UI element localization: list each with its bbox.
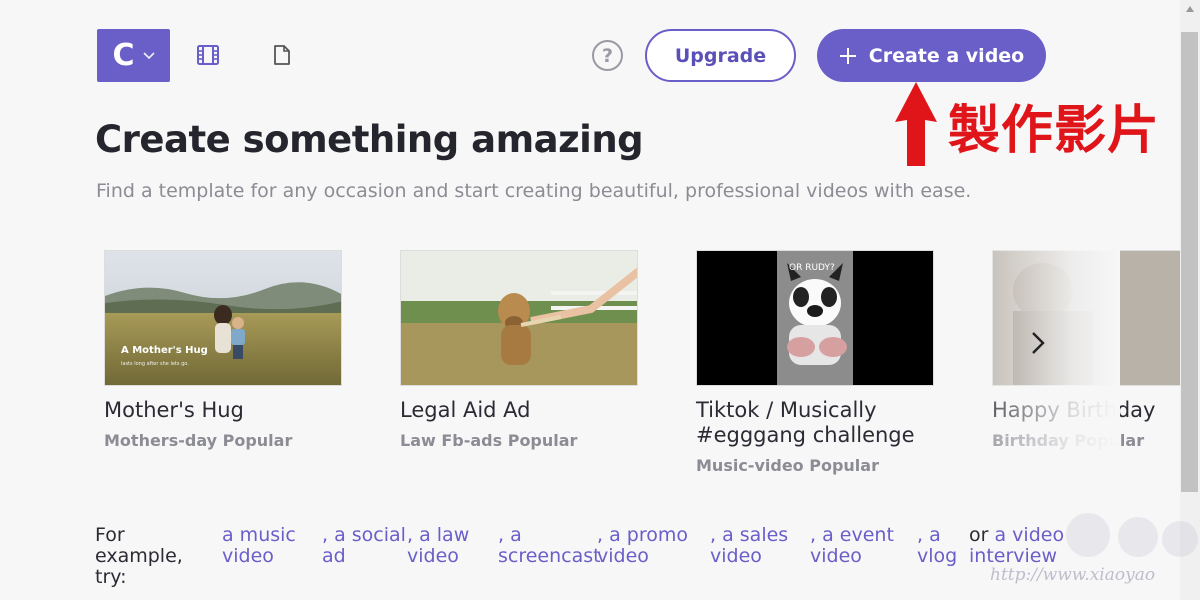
document-icon[interactable] xyxy=(269,42,295,68)
example-link-law-video[interactable]: , a law video xyxy=(407,525,487,567)
template-tags: Mothers-day Popular xyxy=(104,431,293,450)
plus-icon xyxy=(839,42,857,70)
scrollbar-thumb[interactable] xyxy=(1181,32,1198,492)
template-thumbnail[interactable]: A Mother's Hug lasts long after she lets… xyxy=(104,250,342,386)
example-link-text[interactable]: a social ad xyxy=(322,524,406,567)
template-thumbnail[interactable]: OR RUDY? xyxy=(696,250,934,386)
help-icon[interactable]: ? xyxy=(592,40,623,71)
example-link-music-video[interactable]: a music video xyxy=(222,525,312,567)
page-subtitle: Find a template for any occasion and sta… xyxy=(96,180,972,202)
template-card-mothers-hug[interactable]: A Mother's Hug lasts long after she lets… xyxy=(104,250,342,450)
example-link-social-ad[interactable]: , a social ad xyxy=(322,525,412,567)
template-title[interactable]: Tiktok / Musically #egggang challenge xyxy=(696,398,934,448)
template-tags: Birthday Popular xyxy=(992,431,1145,450)
workspace-initial: C xyxy=(112,38,135,73)
upgrade-button[interactable]: Upgrade xyxy=(645,29,796,82)
template-thumbnail[interactable] xyxy=(400,250,638,386)
example-suggestions: For example, try: a music video , a soci… xyxy=(95,524,1095,588)
template-card-tiktok-egggang[interactable]: OR RUDY? Tiktok / Musically #egggang cha… xyxy=(696,250,934,475)
page-title: Create something amazing xyxy=(95,118,644,161)
template-tags: Music-video Popular xyxy=(696,456,879,475)
scroll-up-icon[interactable] xyxy=(1180,0,1200,17)
separator: , xyxy=(597,524,610,546)
template-title[interactable]: Legal Aid Ad xyxy=(400,398,638,423)
example-link-text[interactable]: a event video xyxy=(810,524,894,567)
template-card-legal-aid-ad[interactable]: Legal Aid Ad Law Fb-ads Popular xyxy=(400,250,638,450)
create-video-button[interactable]: Create a video xyxy=(817,29,1046,82)
separator: , xyxy=(498,524,511,546)
thumbnail-overlay-title: A Mother's Hug xyxy=(121,345,208,356)
separator: , xyxy=(322,524,335,546)
example-link-screencast[interactable]: , a screencast xyxy=(498,524,601,567)
example-link-video-interview[interactable]: or a video interview xyxy=(969,525,1069,567)
thumbnail-overlay-subtitle: lasts long after she lets go. xyxy=(121,361,189,367)
template-tags: Law Fb-ads Popular xyxy=(400,431,578,450)
example-link-event-video[interactable]: , a event video xyxy=(810,525,906,567)
annotation-arrow-icon xyxy=(895,82,937,166)
watermark-text: http://www.xiaoyao xyxy=(990,565,1156,585)
example-link-promo-video[interactable]: , a promo video xyxy=(597,525,693,567)
example-link-sales-video[interactable]: , a sales video xyxy=(710,525,800,567)
carousel-next-icon[interactable] xyxy=(1018,317,1058,369)
separator: or xyxy=(969,524,995,546)
separator: , xyxy=(917,524,930,546)
separator: , xyxy=(407,524,420,546)
example-link-vlog[interactable]: , a vlog xyxy=(917,525,965,567)
example-label: For example, try: xyxy=(95,524,183,588)
example-link-text[interactable]: a screencast xyxy=(498,524,601,567)
template-title[interactable]: Happy Birthday xyxy=(992,398,1192,423)
film-icon[interactable] xyxy=(195,42,221,68)
template-title[interactable]: Mother's Hug xyxy=(104,398,342,423)
separator: , xyxy=(810,524,823,546)
separator: , xyxy=(710,524,723,546)
annotation-label: 製作影片 xyxy=(948,101,1161,161)
create-video-label: Create a video xyxy=(868,44,1025,67)
workspace-menu-button[interactable]: C xyxy=(97,29,170,82)
thumbnail-overlay-title: OR RUDY? xyxy=(789,263,835,273)
example-link-text[interactable]: a promo video xyxy=(597,524,688,567)
watermark-logo-icon xyxy=(1066,513,1198,557)
example-link-text[interactable]: a music video xyxy=(222,524,296,567)
example-link-text[interactable]: a sales video xyxy=(710,524,788,567)
chevron-down-icon xyxy=(142,49,155,63)
